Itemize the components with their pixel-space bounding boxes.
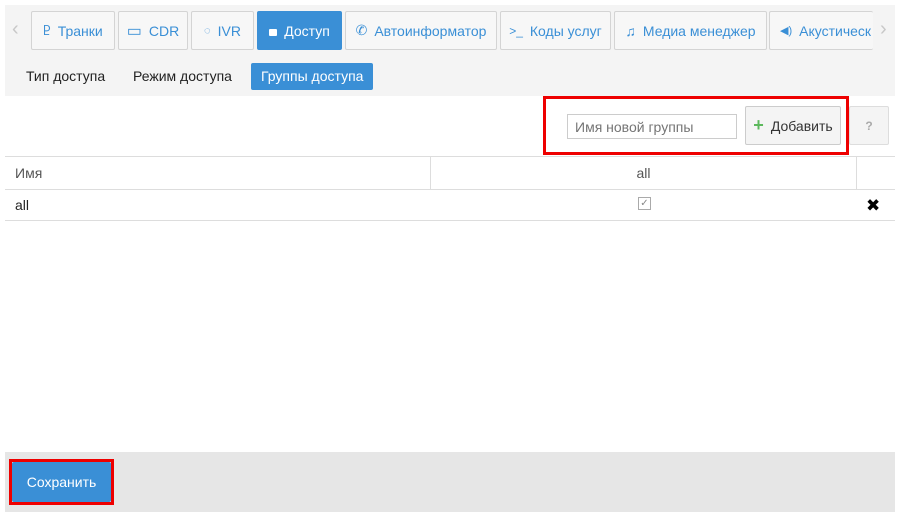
save-button[interactable]: Сохранить xyxy=(12,462,111,502)
tab-acoustic[interactable]: ◀) Акустическ xyxy=(769,11,873,50)
tab-label: Медиа менеджер xyxy=(642,22,756,39)
tab-ivr[interactable]: ◌ IVR xyxy=(191,11,254,50)
column-header-all: all xyxy=(636,165,651,181)
tab-label: Автоинформатор xyxy=(374,22,487,39)
chat-icon: ◌ xyxy=(204,24,211,37)
volume-icon: ◀) xyxy=(780,25,793,37)
credit-card-icon: ▭ xyxy=(126,22,142,40)
divider xyxy=(5,220,895,221)
tab-label: Доступ xyxy=(284,22,330,39)
trunk-icon: Ⴒ xyxy=(43,23,51,38)
tab-service-codes[interactable]: >_ Коды услуг xyxy=(500,11,611,50)
group-all-checkbox[interactable]: ✓ xyxy=(638,197,651,210)
tab-media-manager[interactable]: ♫ Медиа менеджер xyxy=(614,11,767,50)
tab-access[interactable]: Доступ xyxy=(257,11,342,50)
tab-autoinformer[interactable]: ✆ Автоинформатор xyxy=(345,11,497,50)
phone-volume-icon: ✆ xyxy=(355,22,368,38)
tab-label: IVR xyxy=(217,22,241,39)
tabs-scroll-right-icon[interactable]: › xyxy=(880,18,887,41)
new-group-name-input[interactable] xyxy=(567,114,737,139)
subtab-access-type[interactable]: Тип доступа xyxy=(16,63,115,90)
delete-group-icon[interactable]: ✖ xyxy=(866,196,880,216)
tab-label: Транки xyxy=(57,22,103,39)
divider xyxy=(5,189,895,190)
group-name-cell: all xyxy=(15,197,30,213)
plus-icon: + xyxy=(753,115,764,135)
divider xyxy=(856,157,857,189)
terminal-icon: >_ xyxy=(509,23,523,38)
tab-cdr[interactable]: ▭ CDR xyxy=(118,11,188,50)
tabs-scroll-left-icon[interactable]: ‹ xyxy=(12,18,19,41)
tab-trunks[interactable]: Ⴒ Транки xyxy=(31,11,115,50)
subtab-access-mode[interactable]: Режим доступа xyxy=(123,63,242,90)
tab-label: Коды услуг xyxy=(529,22,602,39)
subtab-access-groups[interactable]: Группы доступа xyxy=(251,63,374,90)
tab-label: Акустическ xyxy=(799,22,872,39)
column-header-name: Имя xyxy=(15,165,43,181)
lock-icon xyxy=(269,28,278,36)
help-button[interactable]: ? xyxy=(849,106,889,145)
footer-bar xyxy=(5,452,895,512)
tab-label: CDR xyxy=(148,22,180,39)
add-group-button[interactable]: + Добавить xyxy=(745,106,841,145)
music-icon: ♫ xyxy=(625,22,636,39)
add-label: Добавить xyxy=(770,117,833,134)
